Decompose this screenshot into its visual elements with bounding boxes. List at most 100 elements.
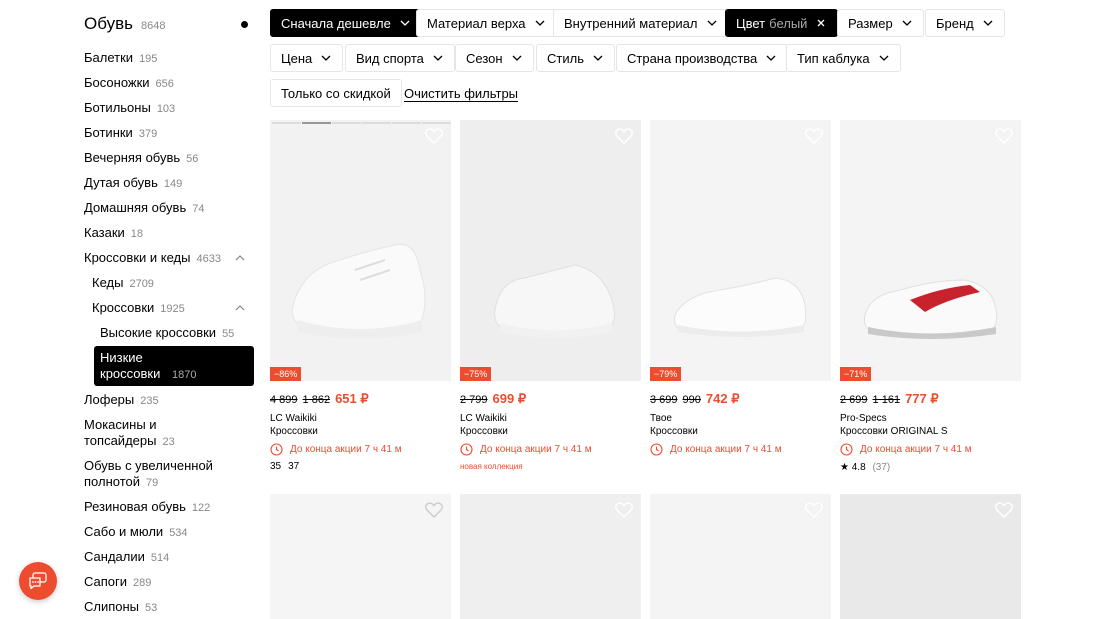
- sidebar-item-label: Слипоны: [84, 599, 140, 614]
- current-price: 699 ₽: [492, 391, 527, 406]
- sidebar-item-clogs[interactable]: Сабо и мюли 534: [84, 524, 188, 541]
- heart-icon[interactable]: [425, 128, 443, 144]
- collection-note: новая коллекция: [460, 462, 523, 471]
- sidebar-item-bosonozhki[interactable]: Босоножки 656: [84, 75, 174, 92]
- filter-heel[interactable]: Тип каблука: [786, 44, 901, 72]
- heart-icon[interactable]: [805, 128, 823, 144]
- chevron-down-icon: [766, 55, 776, 61]
- heart-icon[interactable]: [615, 502, 633, 518]
- product-image[interactable]: [840, 494, 1021, 619]
- filter-label: Материал верха: [427, 15, 526, 31]
- product-image[interactable]: −79%: [650, 120, 831, 381]
- product-card[interactable]: −75% 2 799 699 ₽ LC Waikiki Кроссовки До…: [460, 120, 641, 471]
- sidebar-item-puffer[interactable]: Дутая обувь 149: [84, 175, 182, 192]
- discount-badge: −75%: [460, 367, 492, 381]
- filter-value: белый: [769, 15, 808, 31]
- discount-badge: −79%: [650, 367, 682, 381]
- sidebar-item-wide-fit[interactable]: Обувь с увеличенной полнотой 79: [84, 458, 214, 491]
- active-dot-indicator: [241, 21, 248, 28]
- chevron-down-icon: [707, 20, 716, 26]
- promo-timer: До конца акции 7 ч 41 м: [270, 443, 451, 456]
- close-icon[interactable]: [815, 17, 827, 29]
- heart-icon[interactable]: [805, 502, 823, 518]
- product-image[interactable]: [460, 494, 641, 619]
- sidebar-item-high-sneakers[interactable]: Высокие кроссовки 55: [100, 325, 234, 342]
- product-image[interactable]: [270, 494, 451, 619]
- chevron-up-icon[interactable]: [234, 252, 246, 264]
- sidebar-item-count: 103: [156, 103, 176, 115]
- filter-inner-material[interactable]: Внутренний материал: [553, 9, 729, 37]
- product-card[interactable]: [650, 494, 831, 619]
- filter-style[interactable]: Стиль: [536, 44, 615, 72]
- heart-icon[interactable]: [425, 502, 443, 518]
- product-card[interactable]: [460, 494, 641, 619]
- product-image[interactable]: −71%: [840, 120, 1021, 381]
- product-card[interactable]: [270, 494, 451, 619]
- heart-icon[interactable]: [615, 128, 633, 144]
- sidebar-item-low-sneakers[interactable]: Низкие кроссовки 1870: [94, 346, 254, 386]
- filter-size[interactable]: Размер: [837, 9, 924, 37]
- filter-sport[interactable]: Вид спорта: [345, 44, 455, 72]
- sidebar-item-botilony[interactable]: Ботильоны 103: [84, 100, 175, 117]
- product-brand: Pro-Specs: [840, 413, 887, 424]
- sidebar-item-boots[interactable]: Сапоги 289: [84, 574, 151, 591]
- size-option[interactable]: 37: [288, 461, 299, 472]
- sidebar-item-slipons[interactable]: Слипоны 53: [84, 599, 157, 616]
- heart-icon[interactable]: [995, 502, 1013, 518]
- sidebar-item-count: 514: [150, 552, 170, 564]
- product-image[interactable]: −86%: [270, 120, 451, 381]
- sidebar-item-label: Кеды: [92, 275, 124, 290]
- sidebar-item-botinki[interactable]: Ботинки 379: [84, 125, 157, 142]
- sidebar-item-baletki[interactable]: Балетки 195: [84, 50, 157, 67]
- sidebar-item-label: Мокасины и топсайдеры: [84, 417, 157, 448]
- sidebar-item-rubber[interactable]: Резиновая обувь 122: [84, 499, 210, 516]
- size-option[interactable]: 35: [270, 461, 281, 472]
- filter-upper-material[interactable]: Материал верха: [416, 9, 557, 37]
- filter-season[interactable]: Сезон: [455, 44, 534, 72]
- filter-label: Внутренний материал: [564, 15, 698, 31]
- product-brand: LC Waikiki: [460, 413, 507, 424]
- sidebar-item-count: 534: [169, 527, 188, 539]
- sidebar-item-loafers[interactable]: Лоферы 235: [84, 392, 159, 409]
- sidebar-item-count: 56: [186, 153, 199, 165]
- clock-icon: [840, 443, 853, 456]
- product-image[interactable]: [650, 494, 831, 619]
- filter-country[interactable]: Страна производства: [616, 44, 789, 72]
- product-card[interactable]: −71% 2 699 1 161 777 ₽ Pro-Specs Кроссов…: [840, 120, 1021, 473]
- category-title[interactable]: Обувь 8648: [84, 14, 249, 34]
- discount-badge: −86%: [270, 367, 302, 381]
- filter-label: Тип каблука: [797, 50, 870, 66]
- product-card[interactable]: [840, 494, 1021, 619]
- product-card[interactable]: −86% 4 899 1 862 651 ₽ LC Waikiki Кроссо…: [270, 120, 451, 472]
- clear-filters-link[interactable]: Очистить фильтры: [404, 86, 519, 102]
- sidebar-item-count: 122: [191, 502, 211, 514]
- heart-icon[interactable]: [995, 128, 1013, 144]
- sidebar-item-home[interactable]: Домашняя обувь 74: [84, 200, 204, 217]
- sidebar-item-label: Кроссовки: [92, 300, 155, 315]
- filter-brand[interactable]: Бренд: [925, 9, 1005, 37]
- sidebar-item-count: 379: [138, 128, 158, 140]
- sidebar-item-moccasins[interactable]: Мокасины и топсайдеры 23: [84, 417, 194, 450]
- discount-only-toggle[interactable]: Только со скидкой: [270, 79, 402, 107]
- sidebar-item-sandals[interactable]: Сандалии 514: [84, 549, 169, 566]
- chevron-up-icon[interactable]: [234, 302, 246, 314]
- filter-color[interactable]: Цвет белый: [725, 9, 839, 37]
- sidebar-item-sneakers[interactable]: Кроссовки 1925: [92, 300, 254, 317]
- sort-dropdown[interactable]: Сначала дешевле: [270, 9, 422, 37]
- sidebar-item-keds[interactable]: Кеды 2709: [92, 275, 154, 292]
- promo-timer: До конца акции 7 ч 41 м: [840, 443, 1021, 456]
- sidebar-item-label: Домашняя обувь: [84, 200, 187, 215]
- filter-label: Размер: [848, 15, 893, 31]
- size-list: 35 37: [270, 461, 451, 472]
- sidebar-item-sneakers-keds[interactable]: Кроссовки и кеды 4633: [84, 250, 254, 267]
- sidebar-item-kazaki[interactable]: Казаки 18: [84, 225, 143, 242]
- product-card[interactable]: −79% 3 699 990 742 ₽ Твое Кроссовки До к…: [650, 120, 831, 456]
- chevron-down-icon: [535, 20, 545, 26]
- chevron-down-icon: [433, 55, 443, 61]
- image-carousel-dots: [272, 122, 451, 124]
- product-image[interactable]: −75%: [460, 120, 641, 381]
- chat-button[interactable]: [19, 562, 57, 600]
- filter-price[interactable]: Цена: [270, 44, 344, 72]
- sidebar-item-evening[interactable]: Вечерняя обувь 56: [84, 150, 198, 167]
- sneaker-image: [674, 277, 807, 337]
